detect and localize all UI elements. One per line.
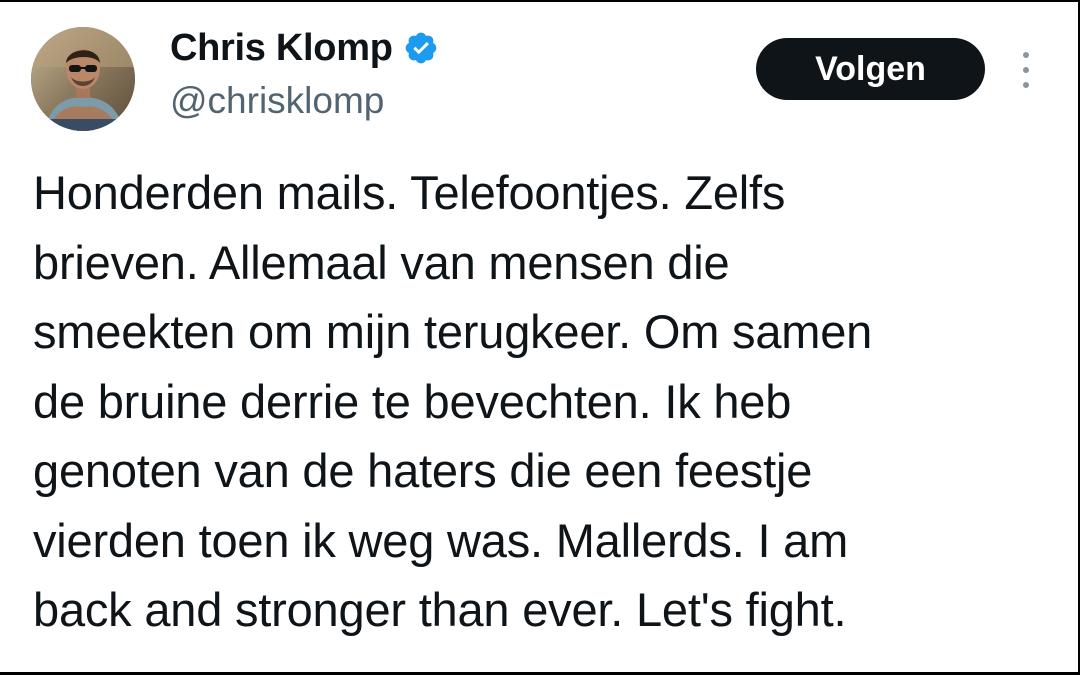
tweet-line: brieven. Allemaal van mensen die: [33, 235, 730, 289]
dot: [1023, 67, 1029, 73]
tweet-text: Honderden mails. Telefoontjes. Zelfs bri…: [33, 158, 1073, 645]
dot: [1023, 52, 1029, 58]
tweet-card: Chris Klomp @chrisklomp Volgen Honderden…: [0, 0, 1080, 675]
author-name-row: Chris Klomp: [170, 26, 439, 70]
verified-badge-icon: [403, 30, 439, 66]
tweet-line: vierden toen ik weg was. Mallerds. I am: [33, 513, 849, 567]
follow-button[interactable]: Volgen: [756, 38, 985, 100]
tweet-line: de bruine derrie te bevechten. Ik heb: [33, 374, 792, 428]
tweet-line: back and stronger than ever. Let's fight…: [33, 583, 847, 636]
author-handle[interactable]: @chrisklomp: [170, 80, 384, 122]
vertical-ellipsis-icon[interactable]: [1012, 50, 1040, 90]
author-name[interactable]: Chris Klomp: [170, 27, 393, 70]
tweet-line: genoten van de haters die een feestje: [33, 444, 813, 497]
tweet-line: smeekten om mijn terugkeer. Om samen: [33, 305, 873, 358]
tweet-line: Honderden mails. Telefoontjes. Zelfs: [33, 166, 786, 219]
profile-photo: [31, 27, 135, 131]
avatar[interactable]: [31, 27, 135, 131]
dot: [1023, 82, 1029, 88]
